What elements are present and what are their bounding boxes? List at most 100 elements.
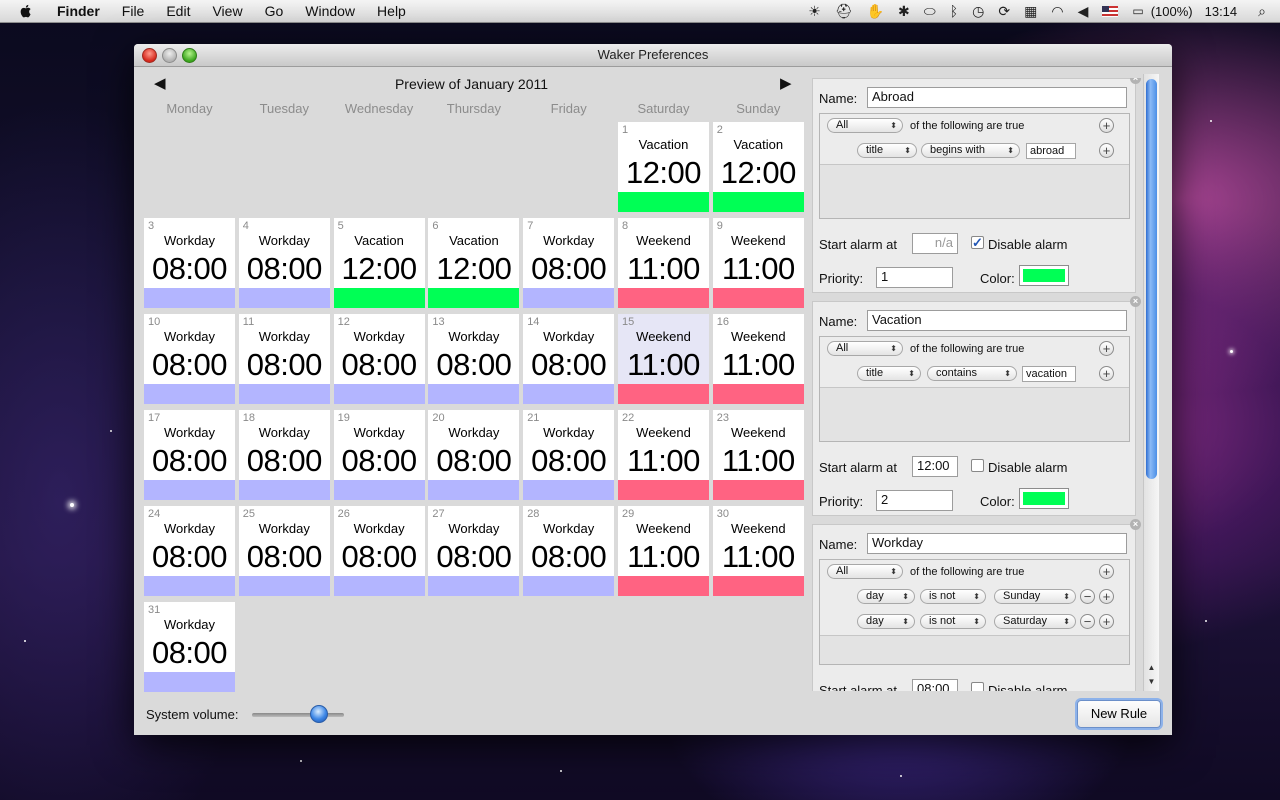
day-cell[interactable]: 5 Vacation 12:00 bbox=[333, 218, 425, 308]
spotlight-icon[interactable]: ⌕ bbox=[1258, 3, 1266, 20]
condition-operator-popup[interactable]: is not ⬍ bbox=[920, 614, 986, 629]
day-cell[interactable]: 22 Weekend 11:00 bbox=[618, 410, 709, 500]
minimize-window-button[interactable] bbox=[162, 48, 177, 63]
day-cell[interactable]: 20 Workday 08:00 bbox=[428, 410, 520, 500]
day-cell[interactable]: 23 Weekend 11:00 bbox=[712, 410, 804, 500]
menu-view[interactable]: View bbox=[201, 0, 253, 22]
day-cell[interactable]: 6 Vacation 12:00 bbox=[428, 218, 520, 308]
remove-condition-button[interactable]: − bbox=[1080, 589, 1095, 604]
day-cell[interactable]: 2 Vacation 12:00 bbox=[712, 122, 804, 212]
menu-app-finder[interactable]: Finder bbox=[46, 0, 111, 22]
condition-field-popup[interactable]: day ⬍ bbox=[857, 614, 915, 629]
day-cell[interactable]: 31 Workday 08:00 bbox=[144, 602, 235, 692]
add-condition-button[interactable]: + bbox=[1099, 366, 1114, 381]
disable-alarm-checkbox[interactable]: ✓ bbox=[971, 236, 984, 249]
drive-icon[interactable]: ⬭ bbox=[924, 3, 936, 20]
day-cell[interactable]: 13 Workday 08:00 bbox=[428, 314, 520, 404]
color-well[interactable] bbox=[1019, 265, 1069, 286]
day-cell[interactable]: 12 Workday 08:00 bbox=[333, 314, 425, 404]
menu-go[interactable]: Go bbox=[254, 0, 295, 22]
bluetooth-icon[interactable]: ᛒ bbox=[950, 3, 958, 19]
day-cell[interactable]: 19 Workday 08:00 bbox=[333, 410, 425, 500]
add-condition-button[interactable]: + bbox=[1099, 143, 1114, 158]
day-cell[interactable]: 15 Weekend 11:00 bbox=[618, 314, 709, 404]
rules-scrollbar[interactable]: ▲ ▼ bbox=[1143, 74, 1159, 691]
hand-icon[interactable]: ✋ bbox=[867, 3, 884, 20]
sync-icon[interactable]: ⟳ bbox=[998, 3, 1010, 20]
day-cell[interactable]: 28 Workday 08:00 bbox=[523, 506, 615, 596]
condition-field-popup[interactable]: day ⬍ bbox=[857, 589, 915, 604]
day-cell[interactable]: 25 Workday 08:00 bbox=[238, 506, 330, 596]
condition-operator-popup[interactable]: contains ⬍ bbox=[927, 366, 1017, 381]
condition-field-popup[interactable]: title ⬍ bbox=[857, 143, 917, 158]
condition-operator-popup[interactable]: begins with ⬍ bbox=[921, 143, 1020, 158]
priority-field[interactable]: 1 bbox=[876, 267, 953, 288]
system-volume-knob[interactable] bbox=[310, 705, 329, 723]
spaces-icon[interactable]: ▦ bbox=[1024, 3, 1037, 20]
match-mode-popup[interactable]: All ⬍ bbox=[827, 341, 903, 356]
battery-icon[interactable]: ▭ bbox=[1132, 4, 1143, 18]
hat-icon[interactable]: ⛑ bbox=[835, 3, 853, 20]
rule-name-field[interactable]: Vacation bbox=[867, 310, 1127, 331]
remove-condition-button[interactable]: − bbox=[1080, 614, 1095, 629]
window-titlebar[interactable]: Waker Preferences bbox=[134, 44, 1172, 67]
day-cell[interactable]: 10 Workday 08:00 bbox=[144, 314, 235, 404]
add-condition-button[interactable]: + bbox=[1099, 564, 1114, 579]
time-machine-icon[interactable]: ◷ bbox=[972, 3, 984, 20]
condition-value-field[interactable]: abroad bbox=[1026, 143, 1076, 159]
day-cell[interactable]: 21 Workday 08:00 bbox=[523, 410, 615, 500]
rule-name-field[interactable]: Workday bbox=[867, 533, 1127, 554]
condition-value-popup[interactable]: Sunday ⬍ bbox=[994, 589, 1076, 604]
sun-icon[interactable]: ☀ bbox=[808, 3, 821, 20]
condition-field-popup[interactable]: title ⬍ bbox=[857, 366, 921, 381]
day-cell[interactable]: 18 Workday 08:00 bbox=[238, 410, 330, 500]
menu-window[interactable]: Window bbox=[294, 0, 366, 22]
add-condition-button[interactable]: + bbox=[1099, 614, 1114, 629]
rule-name-field[interactable]: Abroad bbox=[867, 87, 1127, 108]
battery-percent[interactable]: (100%) bbox=[1151, 4, 1193, 19]
day-cell[interactable]: 24 Workday 08:00 bbox=[144, 506, 235, 596]
menu-help[interactable]: Help bbox=[366, 0, 417, 22]
remove-rule-icon[interactable]: × bbox=[1130, 519, 1141, 530]
start-alarm-field[interactable]: 12:00 bbox=[912, 456, 958, 477]
match-mode-popup[interactable]: All ⬍ bbox=[827, 118, 903, 133]
add-condition-button[interactable]: + bbox=[1099, 341, 1114, 356]
new-rule-button[interactable]: New Rule bbox=[1077, 700, 1161, 728]
day-cell[interactable]: 17 Workday 08:00 bbox=[144, 410, 235, 500]
menu-clock[interactable]: 13:14 bbox=[1205, 4, 1238, 19]
day-cell[interactable]: 29 Weekend 11:00 bbox=[618, 506, 709, 596]
day-cell[interactable]: 7 Workday 08:00 bbox=[523, 218, 615, 308]
remove-rule-icon[interactable]: × bbox=[1130, 78, 1141, 84]
volume-icon[interactable]: ◀ bbox=[1078, 3, 1089, 20]
day-cell[interactable]: 9 Weekend 11:00 bbox=[712, 218, 804, 308]
start-alarm-field[interactable]: 08:00 bbox=[912, 679, 958, 691]
day-cell[interactable]: 3 Workday 08:00 bbox=[144, 218, 235, 308]
start-alarm-field[interactable]: n/a bbox=[912, 233, 958, 254]
close-window-button[interactable] bbox=[142, 48, 157, 63]
scroll-up-arrow-icon[interactable]: ▲ bbox=[1144, 661, 1159, 675]
flag-icon[interactable] bbox=[1102, 5, 1119, 17]
day-cell[interactable]: 30 Weekend 11:00 bbox=[712, 506, 804, 596]
wifi-icon[interactable]: ◠ bbox=[1051, 3, 1063, 20]
next-month-button[interactable]: ▶ bbox=[780, 74, 792, 92]
disable-alarm-checkbox[interactable] bbox=[971, 682, 984, 691]
condition-operator-popup[interactable]: is not ⬍ bbox=[920, 589, 986, 604]
zoom-window-button[interactable] bbox=[182, 48, 197, 63]
bug-icon[interactable]: ✱ bbox=[898, 3, 910, 20]
add-condition-button[interactable]: + bbox=[1099, 118, 1114, 133]
day-cell[interactable]: 11 Workday 08:00 bbox=[238, 314, 330, 404]
disable-alarm-checkbox[interactable] bbox=[971, 459, 984, 472]
scroll-down-arrow-icon[interactable]: ▼ bbox=[1144, 675, 1159, 689]
match-mode-popup[interactable]: All ⬍ bbox=[827, 564, 903, 579]
priority-field[interactable]: 2 bbox=[876, 490, 953, 511]
condition-value-field[interactable]: vacation bbox=[1022, 366, 1076, 382]
day-cell[interactable]: 1 Vacation 12:00 bbox=[618, 122, 709, 212]
day-cell[interactable]: 8 Weekend 11:00 bbox=[618, 218, 709, 308]
day-cell[interactable]: 27 Workday 08:00 bbox=[428, 506, 520, 596]
color-well[interactable] bbox=[1019, 488, 1069, 509]
add-condition-button[interactable]: + bbox=[1099, 589, 1114, 604]
day-cell[interactable]: 26 Workday 08:00 bbox=[333, 506, 425, 596]
day-cell[interactable]: 14 Workday 08:00 bbox=[523, 314, 615, 404]
menu-file[interactable]: File bbox=[111, 0, 156, 22]
remove-rule-icon[interactable]: × bbox=[1130, 296, 1141, 307]
